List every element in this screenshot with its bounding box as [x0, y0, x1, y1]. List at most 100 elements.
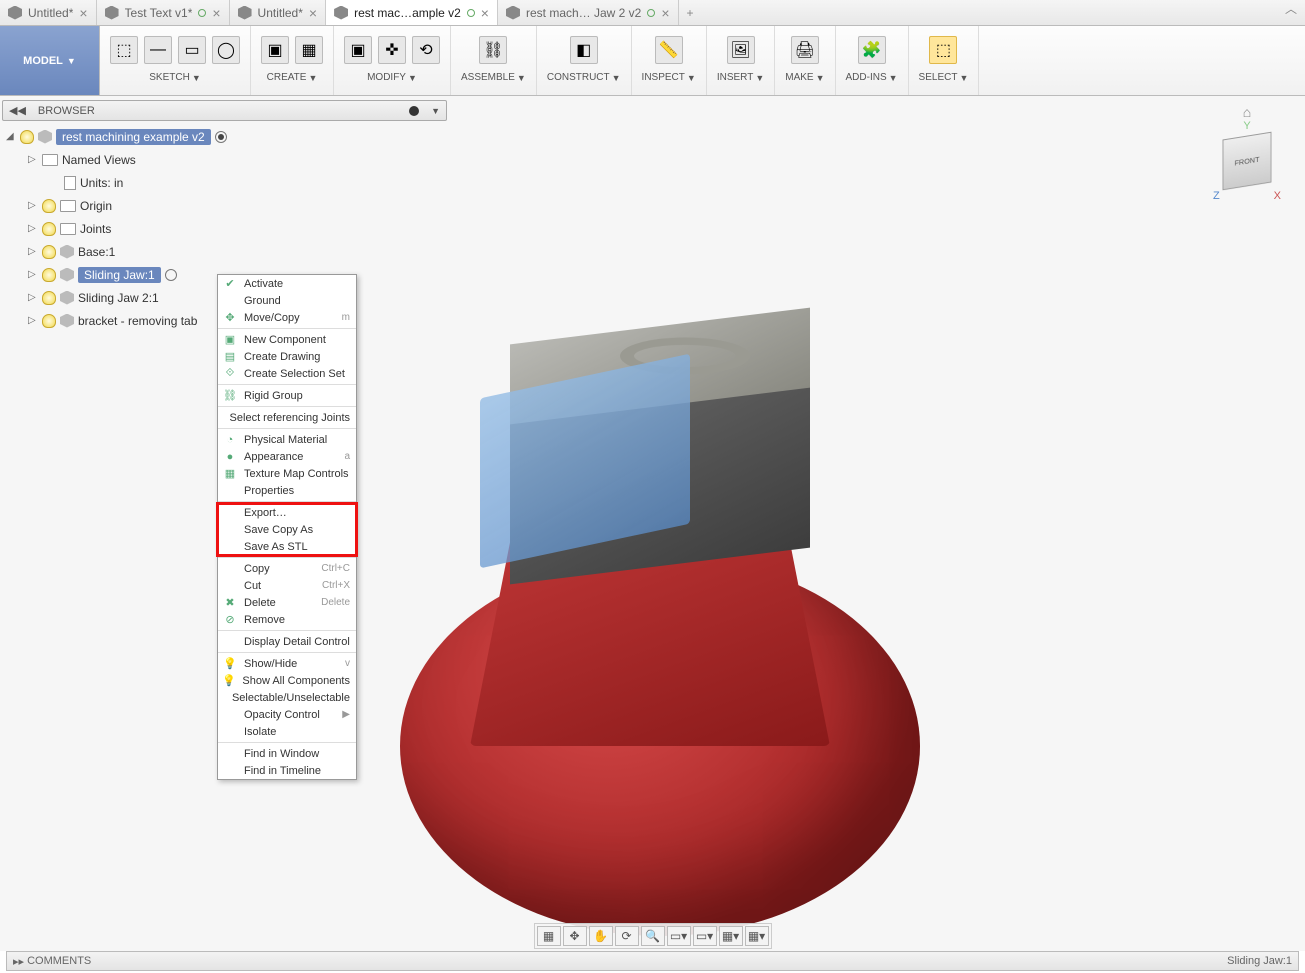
close-icon[interactable]: × — [309, 5, 317, 21]
menu-item-move-copy[interactable]: ✥Move/Copym — [218, 309, 356, 326]
tab-0[interactable]: Untitled*× — [0, 0, 97, 25]
menu-item-create-selection-set[interactable]: ⟐Create Selection Set — [218, 365, 356, 382]
ribbon-btn-create-1[interactable]: ▦ — [295, 36, 323, 64]
tab-4[interactable]: rest mach… Jaw 2 v2× — [498, 0, 679, 25]
menu-item-activate[interactable]: ✔Activate — [218, 275, 356, 292]
menu-item-texture-map-controls[interactable]: ▦Texture Map Controls — [218, 465, 356, 482]
tree-item[interactable]: ▷Origin — [2, 194, 447, 217]
menu-item-remove[interactable]: ⊘Remove — [218, 611, 356, 628]
ribbon-label[interactable]: SKETCH▼ — [149, 72, 200, 83]
active-radio[interactable] — [215, 131, 227, 143]
tab-overflow[interactable]: ︿ — [1277, 0, 1305, 25]
expand-arrow-icon[interactable]: ▷ — [28, 315, 38, 326]
menu-item-save-copy-as[interactable]: Save Copy As — [218, 521, 356, 538]
active-radio[interactable] — [165, 269, 177, 281]
menu-item-find-in-timeline[interactable]: Find in Timeline — [218, 762, 356, 779]
tab-3[interactable]: rest mac…ample v2× — [326, 0, 498, 25]
ribbon-label[interactable]: INSPECT▼ — [642, 72, 696, 83]
menu-item-ground[interactable]: Ground — [218, 292, 356, 309]
ribbon-btn-inspect-0[interactable]: 📏 — [655, 36, 683, 64]
close-icon[interactable]: × — [661, 5, 669, 21]
visibility-bulb-icon[interactable] — [42, 245, 56, 259]
visibility-bulb-icon[interactable] — [20, 130, 34, 144]
menu-item-delete[interactable]: ✖DeleteDelete — [218, 594, 356, 611]
ribbon-btn-sketch-3[interactable]: ◯ — [212, 36, 240, 64]
menu-item-appearance[interactable]: ●Appearancea — [218, 448, 356, 465]
ribbon-btn-create-0[interactable]: ▣ — [261, 36, 289, 64]
ribbon-btn-insert-0[interactable]: 🖼 — [727, 36, 755, 64]
comments-bar[interactable]: ▸▸ COMMENTS Sliding Jaw:1 — [6, 951, 1299, 971]
menu-item-save-as-stl[interactable]: Save As STL — [218, 538, 356, 555]
navbar-btn-5[interactable]: ▭▾ — [667, 926, 691, 946]
ribbon-label[interactable]: ADD-INS▼ — [846, 72, 898, 83]
menu-item-find-in-window[interactable]: Find in Window — [218, 745, 356, 762]
visibility-bulb-icon[interactable] — [42, 199, 56, 213]
ribbon-btn-modify-1[interactable]: ✜ — [378, 36, 406, 64]
close-icon[interactable]: × — [481, 5, 489, 21]
expand-arrow-icon[interactable]: ◢ — [6, 131, 16, 142]
ribbon-label[interactable]: SELECT▼ — [919, 72, 969, 83]
browser-header[interactable]: ◀◀ BROWSER ▼ — [2, 100, 447, 121]
navbar-btn-3[interactable]: ⟳ — [615, 926, 639, 946]
menu-item-show-all-components[interactable]: 💡Show All Components — [218, 672, 356, 689]
tree-item[interactable]: ▷Base:1 — [2, 240, 447, 263]
tree-root[interactable]: ◢ rest machining example v2 — [2, 125, 447, 148]
ribbon-btn-construct-0[interactable]: ◧ — [570, 36, 598, 64]
menu-item-select-referencing-joints[interactable]: Select referencing Joints — [218, 409, 356, 426]
expand-icon[interactable]: ▸▸ — [13, 955, 24, 968]
ribbon-btn-sketch-2[interactable]: ▭ — [178, 36, 206, 64]
visibility-bulb-icon[interactable] — [42, 314, 56, 328]
ribbon-btn-modify-2[interactable]: ⟲ — [412, 36, 440, 64]
expand-arrow-icon[interactable]: ▷ — [28, 223, 38, 234]
ribbon-label[interactable]: CONSTRUCT▼ — [547, 72, 621, 83]
workspace-switcher[interactable]: MODEL▼ — [0, 26, 100, 95]
ribbon-label[interactable]: MAKE▼ — [785, 72, 824, 83]
navbar-btn-0[interactable]: ▦ — [537, 926, 561, 946]
expand-arrow-icon[interactable]: ▷ — [28, 269, 38, 280]
menu-item-isolate[interactable]: Isolate — [218, 723, 356, 740]
menu-item-show-hide[interactable]: 💡Show/Hidev — [218, 655, 356, 672]
expand-arrow-icon[interactable]: ▷ — [28, 154, 38, 165]
menu-item-selectable-unselectable[interactable]: Selectable/Unselectable — [218, 689, 356, 706]
chevron-down-icon[interactable]: ▼ — [431, 106, 440, 116]
tab-2[interactable]: Untitled*× — [230, 0, 327, 25]
navbar-btn-1[interactable]: ✥ — [563, 926, 587, 946]
navbar-btn-2[interactable]: ✋ — [589, 926, 613, 946]
ribbon-label[interactable]: ASSEMBLE▼ — [461, 72, 526, 83]
close-icon[interactable]: × — [79, 5, 87, 21]
visibility-bulb-icon[interactable] — [42, 268, 56, 282]
tree-item[interactable]: ▷Joints — [2, 217, 447, 240]
view-cube[interactable]: ⌂ Y FRONT Z X — [1207, 104, 1287, 202]
tree-item[interactable]: ▷Named Views — [2, 148, 447, 171]
navbar-btn-4[interactable]: 🔍 — [641, 926, 665, 946]
ribbon-label[interactable]: CREATE▼ — [267, 72, 318, 83]
ribbon-btn-modify-0[interactable]: ▣ — [344, 36, 372, 64]
close-icon[interactable]: × — [212, 5, 220, 21]
menu-item-physical-material[interactable]: ◔Physical Material — [218, 431, 356, 448]
menu-item-rigid-group[interactable]: ⛓Rigid Group — [218, 387, 356, 404]
home-view-icon[interactable]: ⌂ — [1207, 104, 1287, 120]
menu-item-display-detail-control[interactable]: Display Detail Control — [218, 633, 356, 650]
tab-1[interactable]: Test Text v1*× — [97, 0, 230, 25]
ribbon-btn-sketch-1[interactable]: — — [144, 36, 172, 64]
menu-item-cut[interactable]: CutCtrl+X — [218, 577, 356, 594]
settings-dot-icon[interactable] — [409, 106, 419, 116]
new-tab-button[interactable]: + — [679, 0, 703, 25]
cube-widget[interactable]: FRONT — [1223, 132, 1272, 191]
expand-arrow-icon[interactable]: ▷ — [28, 246, 38, 257]
ribbon-btn-assemble-0[interactable]: ⛓ — [479, 36, 507, 64]
ribbon-label[interactable]: MODIFY▼ — [367, 72, 417, 83]
menu-item-new-component[interactable]: ▣New Component — [218, 331, 356, 348]
navbar-btn-7[interactable]: ▦▾ — [719, 926, 743, 946]
visibility-bulb-icon[interactable] — [42, 291, 56, 305]
ribbon-label[interactable]: INSERT▼ — [717, 72, 764, 83]
navbar-btn-8[interactable]: ▦▾ — [745, 926, 769, 946]
menu-item-export-[interactable]: Export… — [218, 504, 356, 521]
menu-item-opacity-control[interactable]: Opacity Control▶ — [218, 706, 356, 723]
collapse-icon[interactable]: ◀◀ — [9, 104, 26, 117]
ribbon-btn-sketch-0[interactable]: ⬚ — [110, 36, 138, 64]
tree-item[interactable]: Units: in — [2, 171, 447, 194]
ribbon-btn-select-0[interactable]: ⬚ — [929, 36, 957, 64]
ribbon-btn-make-0[interactable]: 🖨 — [791, 36, 819, 64]
menu-item-create-drawing[interactable]: ▤Create Drawing — [218, 348, 356, 365]
